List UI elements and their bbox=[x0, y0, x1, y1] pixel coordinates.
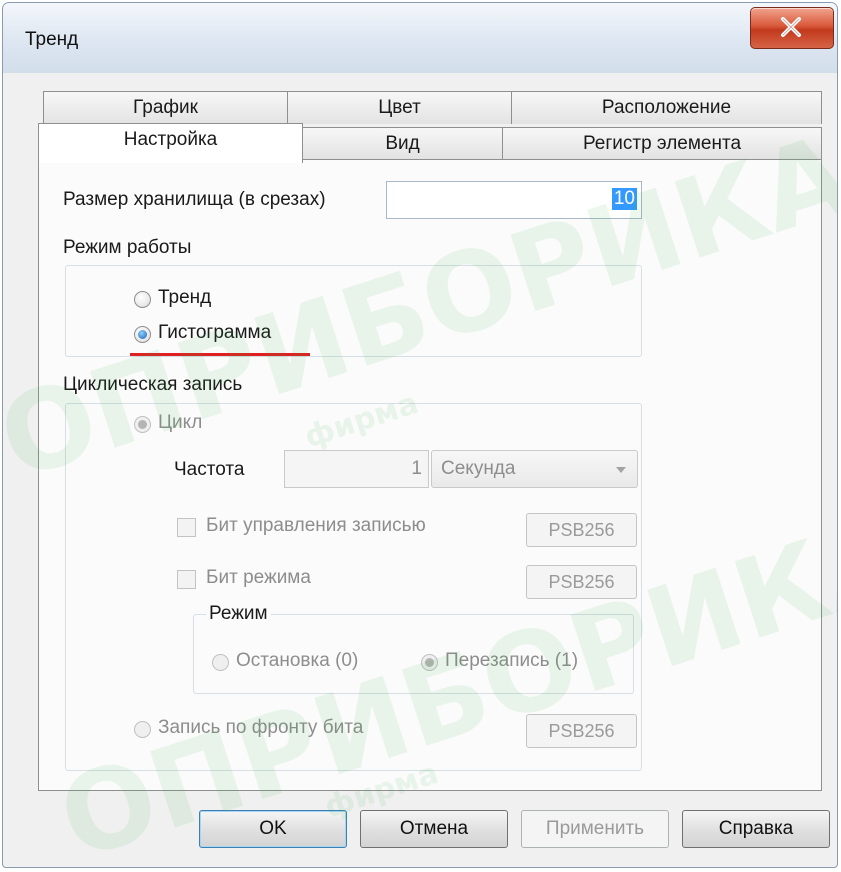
edge-record-button[interactable]: PSB256 bbox=[526, 714, 637, 748]
mode-bit-label: Бит режима bbox=[206, 567, 311, 588]
ok-button[interactable]: OK bbox=[199, 810, 347, 848]
apply-button[interactable]: Применить bbox=[521, 810, 669, 848]
overwrite-label: Перезапись (1) bbox=[445, 650, 579, 671]
mode-label: Режим работы bbox=[63, 237, 192, 258]
mode-option-trend-label: Тренд bbox=[158, 287, 212, 308]
stop-label: Остановка (0) bbox=[236, 650, 359, 671]
cancel-button[interactable]: Отмена bbox=[360, 810, 508, 848]
storage-size-value: 10 bbox=[611, 188, 637, 210]
mode-bit-button[interactable]: PSB256 bbox=[526, 565, 637, 599]
storage-size-input[interactable]: 10 bbox=[386, 181, 642, 219]
tab-graph-label: График bbox=[133, 97, 198, 118]
record-control-bit-button[interactable]: PSB256 bbox=[526, 513, 637, 547]
cycle-label: Цикл bbox=[158, 412, 203, 433]
mode-radio-histogram[interactable] bbox=[134, 326, 151, 343]
record-control-bit-checkbox[interactable] bbox=[177, 518, 196, 537]
cyclic-recording-label: Циклическая запись bbox=[63, 374, 243, 395]
frequency-unit-value: Секунда bbox=[441, 458, 516, 479]
tab-settings-label: Настройка bbox=[123, 129, 218, 150]
mode-option-histogram-label: Гистограмма bbox=[158, 322, 272, 343]
dialog-window: Тренд График Цвет Расположение Настройка… bbox=[2, 2, 838, 868]
cycle-radio[interactable] bbox=[134, 416, 151, 433]
edge-record-label: Запись по фронту бита bbox=[158, 717, 364, 738]
tab-layout[interactable]: Расположение bbox=[511, 91, 822, 124]
highlight-underline bbox=[130, 353, 310, 356]
tab-graph[interactable]: График bbox=[43, 91, 288, 124]
stop-radio[interactable] bbox=[212, 654, 229, 671]
mode-bit-group-label: Режим bbox=[206, 603, 271, 625]
tab-color[interactable]: Цвет bbox=[287, 91, 512, 124]
frequency-value: 1 bbox=[411, 458, 422, 479]
chevron-down-icon bbox=[616, 467, 626, 473]
tab-view-label: Вид bbox=[385, 133, 420, 154]
help-button[interactable]: Справка bbox=[682, 810, 830, 848]
tab-settings[interactable]: Настройка bbox=[38, 123, 303, 163]
frequency-label: Частота bbox=[174, 459, 245, 480]
mode-group bbox=[65, 265, 642, 357]
tab-layout-label: Расположение bbox=[601, 97, 732, 118]
overwrite-radio[interactable] bbox=[421, 654, 438, 671]
title-bar: Тренд bbox=[3, 3, 837, 73]
storage-size-label: Размер хранилища (в срезах) bbox=[63, 189, 326, 210]
record-control-bit-label: Бит управления записью bbox=[206, 515, 426, 536]
tab-element-register[interactable]: Регистр элемента bbox=[502, 127, 822, 159]
close-button[interactable] bbox=[750, 7, 834, 49]
tab-color-label: Цвет bbox=[378, 97, 421, 118]
edge-record-radio[interactable] bbox=[134, 721, 151, 738]
tab-element-register-label: Регистр элемента bbox=[582, 133, 742, 154]
close-x-icon bbox=[781, 17, 801, 37]
frequency-unit-select[interactable]: Секунда bbox=[431, 450, 638, 488]
frequency-input[interactable]: 1 bbox=[284, 450, 429, 488]
window-title: Тренд bbox=[25, 29, 79, 50]
tab-view[interactable]: Вид bbox=[302, 127, 503, 159]
mode-bit-checkbox[interactable] bbox=[177, 570, 196, 589]
mode-radio-trend[interactable] bbox=[134, 291, 151, 308]
